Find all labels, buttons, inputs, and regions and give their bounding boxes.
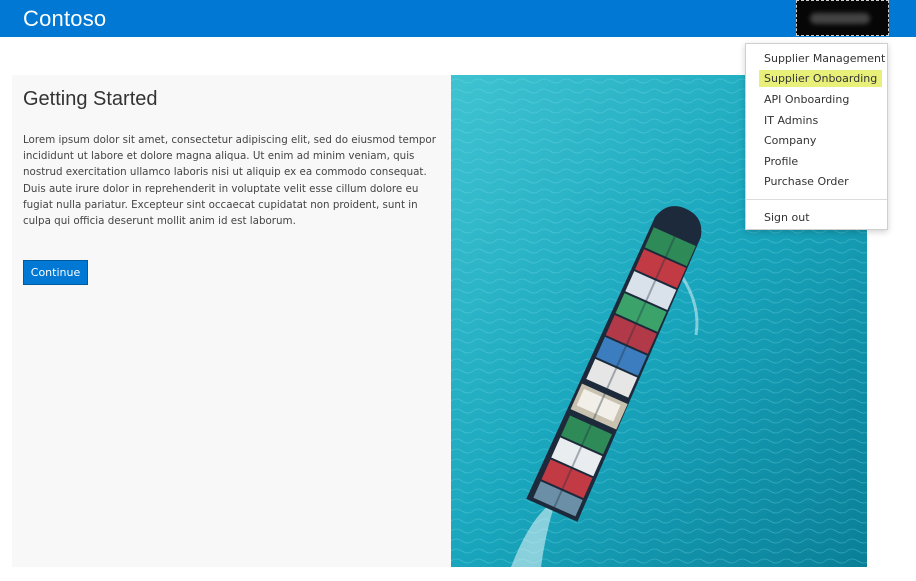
- continue-button[interactable]: Continue: [23, 260, 88, 285]
- menu-item-profile[interactable]: Profile: [764, 155, 798, 168]
- menu-item-supplier-onboarding[interactable]: Supplier Onboarding: [759, 70, 883, 87]
- user-dropdown-menu: Supplier Management Supplier Onboarding …: [745, 43, 888, 230]
- getting-started-panel: Getting Started Lorem ipsum dolor sit am…: [12, 75, 451, 567]
- brand-logo[interactable]: Contoso: [23, 6, 106, 32]
- page-title: Getting Started: [23, 88, 158, 110]
- menu-item-api-onboarding[interactable]: API Onboarding: [764, 93, 849, 106]
- intro-text: Lorem ipsum dolor sit amet, consectetur …: [23, 134, 436, 228]
- menu-item-supplier-management[interactable]: Supplier Management: [764, 52, 885, 65]
- menu-item-company[interactable]: Company: [764, 134, 816, 147]
- menu-divider: [746, 199, 887, 200]
- menu-item-sign-out[interactable]: Sign out: [764, 211, 810, 224]
- user-name-redacted: [810, 13, 870, 24]
- top-bar: Contoso: [0, 0, 916, 37]
- user-account-button[interactable]: [796, 0, 889, 36]
- menu-item-it-admins[interactable]: IT Admins: [764, 114, 818, 127]
- menu-item-purchase-order[interactable]: Purchase Order: [764, 175, 849, 188]
